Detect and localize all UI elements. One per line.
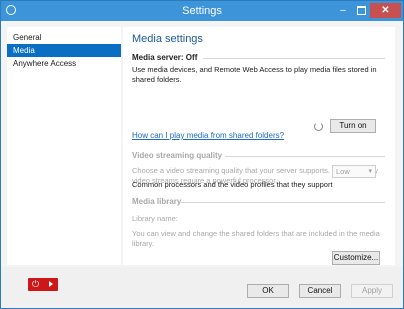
chevron-down-icon: ▾ [368, 168, 372, 175]
ok-button[interactable]: OK [247, 284, 289, 298]
power-button[interactable]: ⏻ [28, 278, 58, 291]
settings-sidebar: General Media Anywhere Access [7, 27, 121, 265]
media-server-description: Use media devices, and Remote Web Access… [132, 65, 377, 84]
title-bar[interactable]: Settings – ✕ [1, 1, 403, 21]
page-title: Media settings [132, 33, 203, 45]
streaming-quality-select[interactable]: Low ▾ [332, 165, 376, 178]
help-link[interactable]: How can I play media from shared folders… [132, 131, 284, 140]
minimize-button[interactable]: – [334, 3, 352, 18]
section-divider [225, 156, 385, 157]
library-name-label: Library name: [132, 214, 178, 223]
sidebar-item-anywhere-access[interactable]: Anywhere Access [7, 57, 121, 70]
media-library-description: You can view and change the shared folde… [132, 229, 380, 248]
media-server-title: Media server: Off [132, 53, 198, 62]
sidebar-item-media[interactable]: Media [7, 44, 121, 57]
close-button[interactable]: ✕ [370, 3, 401, 18]
apply-button[interactable]: Apply [351, 284, 393, 298]
cancel-button[interactable]: Cancel [299, 284, 341, 298]
media-library-title: Media library [132, 197, 182, 206]
streaming-quality-value: Low [336, 167, 350, 176]
turn-on-button[interactable]: Turn on [330, 119, 376, 133]
customize-button[interactable]: Customize... [332, 251, 380, 265]
arrow-right-icon [49, 281, 53, 287]
loading-spinner-icon [314, 122, 323, 131]
maximize-icon [356, 5, 366, 15]
section-divider [181, 202, 385, 203]
video-streaming-title: Video streaming quality [132, 151, 223, 160]
settings-content: Media settings Media server: Off Use med… [123, 27, 395, 265]
sidebar-item-general[interactable]: General [7, 31, 121, 44]
settings-window: Settings – ✕ General Media Anywhere Acce… [0, 0, 404, 309]
processors-text: Common processors and the video profiles… [132, 180, 333, 189]
maximize-button[interactable] [352, 3, 370, 18]
dialog-footer [1, 267, 403, 308]
power-icon: ⏻ [32, 279, 40, 289]
sidebar-nav: General Media Anywhere Access [7, 27, 121, 70]
section-divider [203, 58, 385, 59]
